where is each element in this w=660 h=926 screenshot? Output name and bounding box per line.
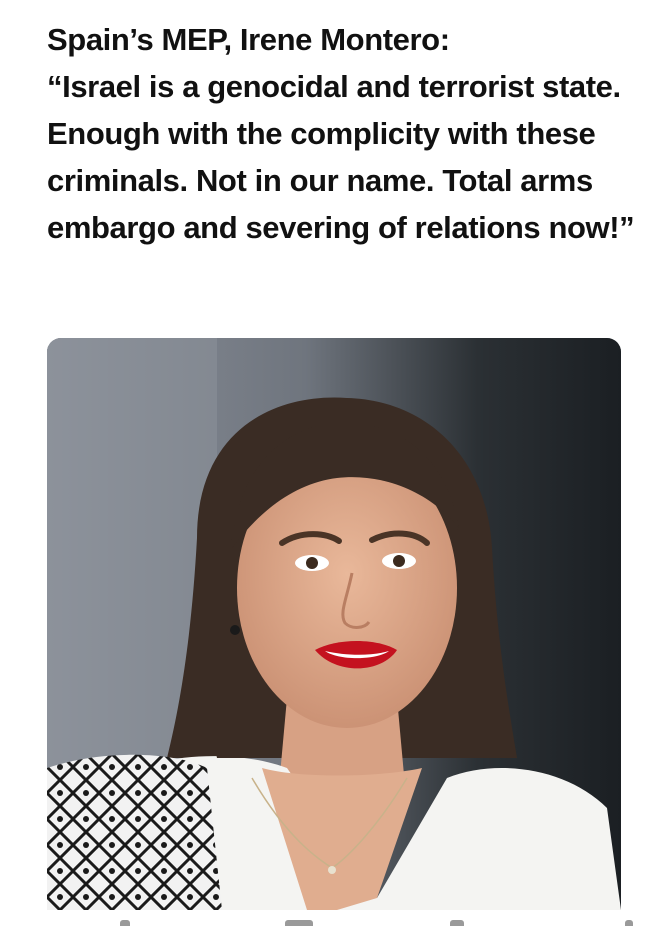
- action-bar: [0, 910, 660, 926]
- like-icon[interactable]: [450, 920, 464, 926]
- post-image[interactable]: [47, 338, 621, 910]
- reply-icon[interactable]: [120, 920, 130, 926]
- post: Spain’s MEP, Irene Montero: “Israel is a…: [0, 0, 660, 926]
- post-text: Spain’s MEP, Irene Montero: “Israel is a…: [47, 22, 635, 245]
- photo-of-woman: [47, 338, 621, 910]
- repost-icon[interactable]: [285, 920, 313, 926]
- share-icon[interactable]: [625, 920, 633, 926]
